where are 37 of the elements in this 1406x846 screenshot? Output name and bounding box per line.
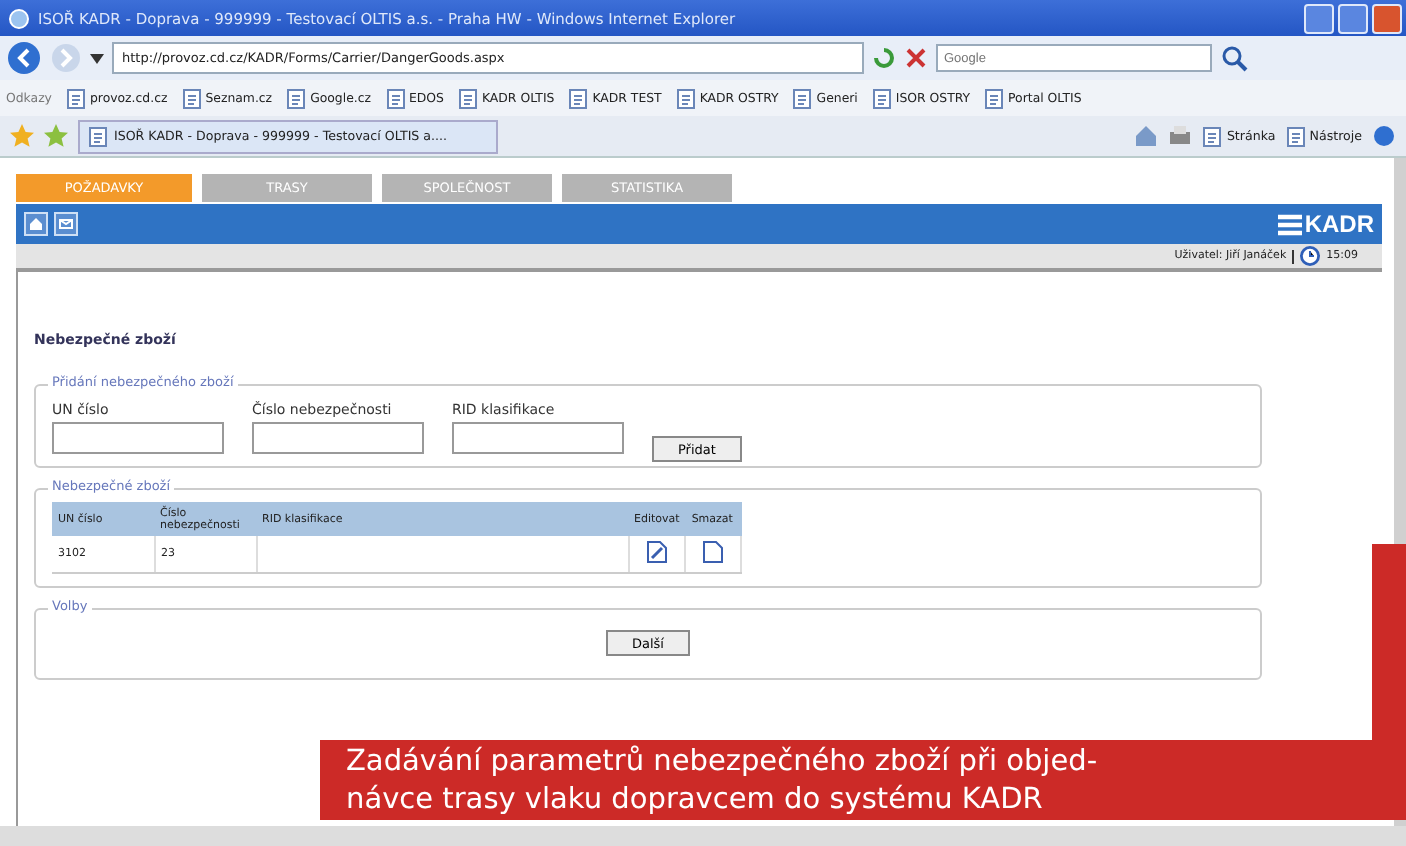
page-icon xyxy=(1285,125,1306,147)
logo-text: KADR xyxy=(1304,210,1374,238)
page-icon xyxy=(871,87,892,109)
minimize-button[interactable] xyxy=(1304,3,1334,33)
document-icon[interactable] xyxy=(702,540,725,564)
page-icon xyxy=(792,87,813,109)
page-icon xyxy=(385,87,405,109)
edit-icon[interactable] xyxy=(645,540,668,564)
back-button[interactable] xyxy=(6,40,42,76)
page-icon xyxy=(88,125,108,147)
page-icon xyxy=(984,87,1005,109)
page-icon xyxy=(286,87,307,109)
input-field[interactable] xyxy=(252,422,424,454)
close-icon[interactable] xyxy=(904,46,928,70)
home-icon[interactable] xyxy=(24,212,48,236)
input-field[interactable] xyxy=(52,422,224,454)
page-icon xyxy=(568,87,589,109)
browser-icon xyxy=(8,7,30,29)
page-icon xyxy=(675,87,696,109)
page-icon xyxy=(1202,125,1223,147)
envelope-icon[interactable] xyxy=(54,212,78,236)
clock-icon xyxy=(1300,246,1321,266)
page-icon xyxy=(457,87,478,109)
dropdown-icon[interactable] xyxy=(90,53,104,63)
caption-text: Zadávání parametrů nebezpečného zboží při objed- návce trasy vlaku dopravcem do systému KADR xyxy=(320,740,1406,820)
input-field[interactable] xyxy=(452,422,624,454)
close-button[interactable] xyxy=(1372,3,1402,33)
page-icon xyxy=(65,87,86,109)
maximize-button[interactable] xyxy=(1338,3,1368,33)
refresh-icon[interactable] xyxy=(872,46,896,70)
page-icon xyxy=(181,87,202,109)
search-icon[interactable] xyxy=(1220,44,1248,72)
home-icon[interactable] xyxy=(1134,124,1159,148)
printer-icon[interactable] xyxy=(1168,124,1193,148)
star-icon[interactable] xyxy=(10,124,34,148)
add-favorite-icon[interactable] xyxy=(44,124,68,148)
menu-lines-icon xyxy=(1278,213,1303,235)
